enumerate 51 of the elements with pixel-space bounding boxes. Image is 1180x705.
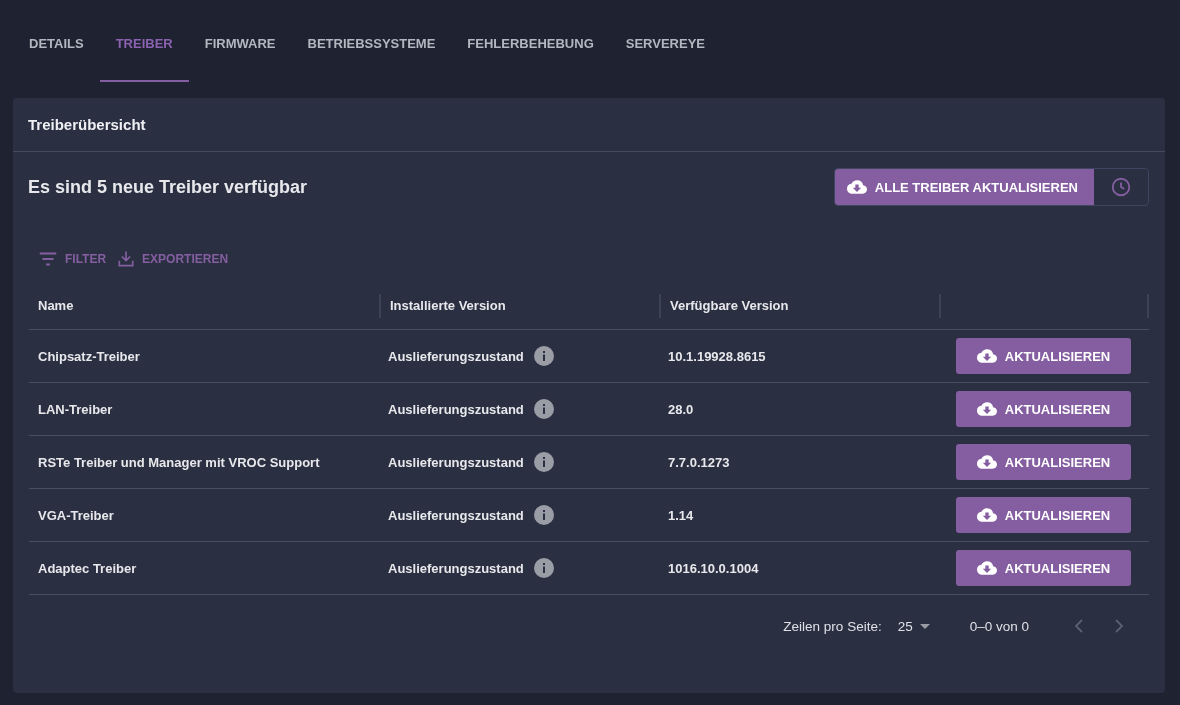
table-cell: 1016.10.0.1004 <box>668 560 759 576</box>
table-cell: Auslieferungszustand <box>388 507 524 523</box>
table-cell: Auslieferungszustand <box>388 560 524 576</box>
headline: Es sind 5 neue Treiber verfügbar <box>28 176 308 198</box>
download-icon <box>116 249 137 269</box>
rows-per-page-select[interactable]: 25 <box>897 618 930 634</box>
tab[interactable]: SERVEREYE <box>609 0 721 82</box>
table-cell: Auslieferungszustand <box>388 348 524 364</box>
cloud-download-icon <box>976 505 997 525</box>
page-range: 0–0 von 0 <box>969 618 1029 634</box>
column-header: Verfügbare Version <box>670 298 789 313</box>
table-cell: Auslieferungszustand <box>388 401 524 417</box>
info-icon[interactable] <box>533 558 554 578</box>
card-title: Treiberübersicht <box>28 116 146 133</box>
table-cell: Chipsatz-Treiber <box>38 348 140 364</box>
chevron-left-icon <box>1074 619 1084 633</box>
update-button[interactable]: AKTUALISIEREN <box>956 444 1131 480</box>
table-cell: 10.1.19928.8615 <box>668 348 766 364</box>
update-all-button[interactable]: ALLE TREIBER AKTUALISIEREN <box>834 169 1094 205</box>
cloud-download-icon <box>976 399 997 419</box>
info-icon[interactable] <box>533 346 554 366</box>
dropdown-caret-icon <box>919 623 930 629</box>
table-cell: 1.14 <box>668 507 694 523</box>
update-button[interactable]: AKTUALISIEREN <box>956 391 1131 427</box>
table-cell: VGA-Treiber <box>38 507 114 523</box>
info-icon[interactable] <box>533 505 554 525</box>
table-cell: LAN-Treiber <box>38 401 113 417</box>
update-button[interactable]: AKTUALISIEREN <box>956 338 1131 374</box>
column-header: Installierte Version <box>390 298 506 313</box>
table-cell: 28.0 <box>668 401 694 417</box>
clock-icon <box>1110 176 1132 198</box>
table-cell: 7.7.0.1273 <box>668 454 730 470</box>
rows-per-page-label: Zeilen pro Seite: <box>783 618 882 634</box>
tab[interactable]: DETAILS <box>13 0 100 82</box>
cloud-download-icon <box>976 346 997 366</box>
table-cell: Auslieferungszustand <box>388 454 524 470</box>
tab[interactable]: TREIBER <box>99 0 189 82</box>
info-icon[interactable] <box>533 452 554 472</box>
info-icon[interactable] <box>533 399 554 419</box>
table-cell: RSTe Treiber und Manager mit VROC Support <box>38 454 320 470</box>
tab[interactable]: FEHLERBEHEBUNG <box>451 0 610 82</box>
table-cell: Adaptec Treiber <box>38 560 137 576</box>
cloud-download-icon <box>976 452 997 472</box>
cloud-download-icon <box>846 177 867 197</box>
column-header: Name <box>38 298 74 313</box>
update-button[interactable]: AKTUALISIEREN <box>956 550 1131 586</box>
chevron-right-icon <box>1114 619 1124 633</box>
update-button[interactable]: AKTUALISIEREN <box>956 497 1131 533</box>
tab[interactable]: FIRMWARE <box>188 0 292 82</box>
tab[interactable]: BETRIEBSSYSTEME <box>291 0 452 82</box>
cloud-download-icon <box>976 558 997 578</box>
